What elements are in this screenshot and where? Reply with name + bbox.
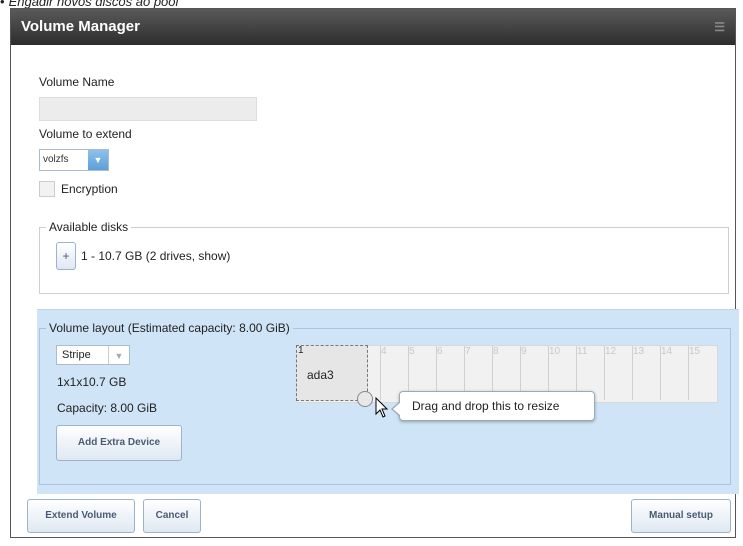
capacity-text: Capacity: 8.00 GiB <box>57 401 158 415</box>
disk-name: ada3 <box>307 368 334 382</box>
layout-type-select[interactable]: Stripe ▼ <box>56 345 130 365</box>
grid-column: 15 <box>689 346 701 357</box>
dialog-titlebar[interactable]: Volume Manager ☰ <box>11 9 735 45</box>
volume-to-extend-value: volzfs <box>43 154 69 165</box>
add-extra-device-button[interactable]: Add Extra Device <box>56 425 182 461</box>
manual-setup-button[interactable]: Manual setup <box>631 499 731 533</box>
close-icon[interactable]: ☰ <box>714 9 725 45</box>
volume-name-input[interactable] <box>39 97 257 121</box>
available-disks-legend: Available disks <box>49 220 129 234</box>
grid-column: 13 <box>633 346 661 400</box>
layout-type-value: Stripe <box>62 349 91 361</box>
disk-slot[interactable]: ada3 <box>296 345 368 401</box>
chevron-down-icon[interactable]: ▼ <box>108 346 129 364</box>
chevron-down-icon[interactable]: ▼ <box>88 150 108 170</box>
available-disk-entry[interactable]: 1 - 10.7 GB (2 drives, show) <box>81 249 230 263</box>
vdev-text: 1x1x10.7 GB <box>57 375 127 389</box>
column-number-highlight: 1 <box>298 345 304 356</box>
mouse-cursor-icon <box>375 397 389 418</box>
resize-tooltip: Drag and drop this to resize <box>391 391 595 421</box>
volume-layout-legend: Volume layout (Estimated capacity: 8.00 … <box>49 321 290 335</box>
resize-handle[interactable] <box>357 391 373 407</box>
encryption-label: Encryption <box>61 182 118 196</box>
grid-column: 14 <box>661 346 689 400</box>
volume-name-label: Volume Name <box>39 75 115 89</box>
bullet-icon: • <box>0 0 5 9</box>
add-disk-button[interactable]: + <box>56 242 76 270</box>
grid-column: 12 <box>605 346 633 400</box>
encryption-checkbox[interactable] <box>39 181 55 197</box>
dialog-title: Volume Manager <box>21 18 140 35</box>
volume-to-extend-label: Volume to extend <box>39 127 132 141</box>
volume-to-extend-select[interactable]: volzfs ▼ <box>39 149 109 171</box>
extend-volume-button[interactable]: Extend Volume <box>27 499 135 533</box>
volume-manager-dialog: Volume Manager ☰ Volume Name Volume to e… <box>10 8 739 538</box>
cancel-button[interactable]: Cancel <box>143 499 201 533</box>
